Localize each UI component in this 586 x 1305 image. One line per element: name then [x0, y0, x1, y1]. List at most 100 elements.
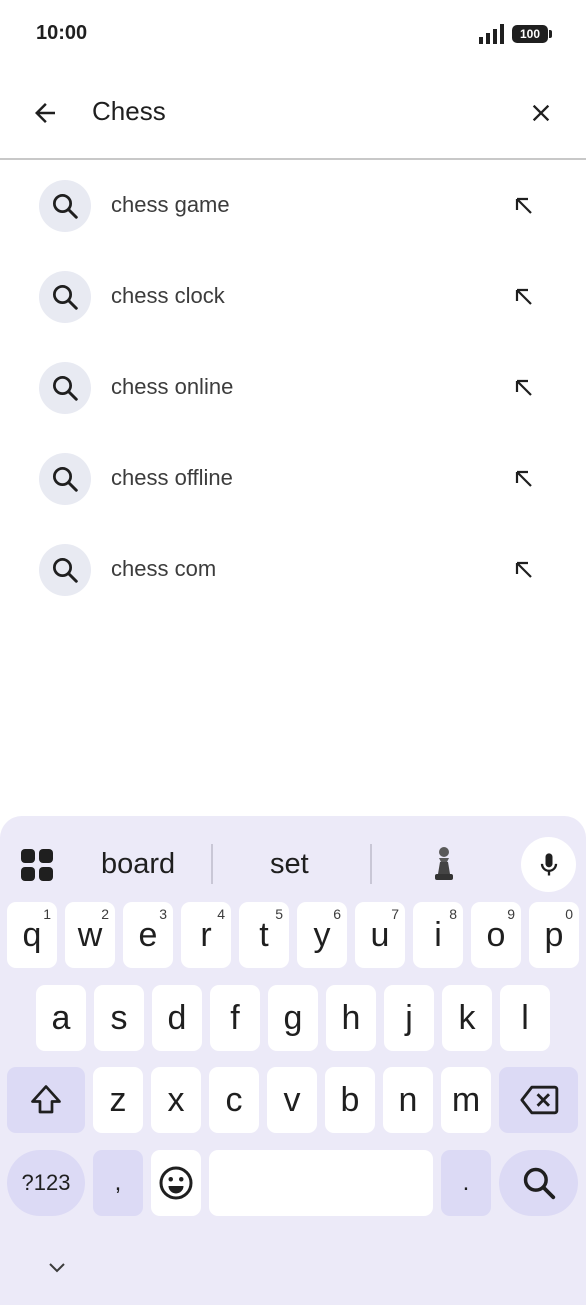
key-label: q: [22, 915, 42, 954]
letter-key[interactable]: x: [151, 1067, 201, 1133]
suggestion-item[interactable]: chess clock: [0, 251, 586, 342]
letter-key[interactable]: q1: [7, 902, 57, 968]
letter-key[interactable]: s: [94, 985, 144, 1051]
key-label: b: [340, 1080, 360, 1119]
key-label: c: [225, 1080, 243, 1119]
search-key[interactable]: [499, 1150, 578, 1216]
status-time: 10:00: [36, 22, 88, 44]
letter-key[interactable]: g: [268, 985, 318, 1051]
key-label: s: [110, 998, 128, 1037]
battery-level: 100: [519, 27, 541, 41]
letter-key[interactable]: u7: [355, 902, 405, 968]
fill-query-button[interactable]: [506, 188, 542, 224]
letter-key[interactable]: f: [210, 985, 260, 1051]
clear-button[interactable]: [518, 90, 564, 136]
key-label: j: [405, 998, 413, 1037]
battery-icon: 100: [512, 25, 552, 43]
letter-key[interactable]: k: [442, 985, 492, 1051]
search-icon: [523, 1167, 555, 1200]
key-label: r: [200, 915, 212, 954]
key-hint: 1: [43, 906, 51, 922]
prediction-divider: [370, 844, 372, 884]
letter-key[interactable]: p0: [529, 902, 579, 968]
backspace-key[interactable]: [499, 1067, 578, 1133]
suggestion-item[interactable]: chess offline: [0, 433, 586, 524]
chevron-down-icon: [49, 1263, 65, 1273]
suggestion-list: chess game chess clock chess online chess o…: [0, 160, 586, 615]
letter-key[interactable]: i8: [413, 902, 463, 968]
back-button[interactable]: [22, 90, 68, 136]
period-key[interactable]: .: [441, 1150, 491, 1216]
key-label: m: [451, 1080, 481, 1119]
chess-pawn-icon[interactable]: [430, 844, 458, 884]
letter-key[interactable]: r4: [181, 902, 231, 968]
prediction-word[interactable]: set: [270, 848, 309, 881]
microphone-button[interactable]: [521, 837, 576, 892]
space-key[interactable]: [209, 1150, 433, 1216]
key-label: f: [230, 998, 240, 1037]
shift-key[interactable]: [7, 1067, 85, 1133]
close-icon: [532, 104, 550, 122]
prediction-word[interactable]: board: [101, 848, 175, 881]
comma-key[interactable]: ,: [93, 1150, 143, 1216]
letter-key[interactable]: w2: [65, 902, 115, 968]
key-label: g: [283, 998, 303, 1037]
letter-key[interactable]: d: [152, 985, 202, 1051]
apps-grid-icon[interactable]: [20, 848, 54, 882]
letter-key[interactable]: v: [267, 1067, 317, 1133]
suggestion-label: chess clock: [111, 283, 225, 308]
key-label: y: [313, 915, 331, 954]
keyboard-toolbar: board set: [0, 826, 586, 902]
arrow-up-left-icon: [515, 288, 532, 305]
fill-query-button[interactable]: [506, 461, 542, 497]
suggestion-item[interactable]: chess game: [0, 160, 586, 251]
suggestion-label: chess game: [111, 192, 230, 217]
suggestion-label: chess offline: [111, 465, 233, 490]
suggestion-item[interactable]: chess com: [0, 524, 586, 615]
key-hint: 5: [275, 906, 283, 922]
collapse-keyboard-button[interactable]: [40, 1252, 74, 1282]
letter-key[interactable]: a: [36, 985, 86, 1051]
arrow-up-left-icon: [515, 379, 532, 396]
search-icon: [39, 453, 91, 505]
key-hint: 0: [565, 906, 573, 922]
search-icon: [39, 362, 91, 414]
letter-key[interactable]: n: [383, 1067, 433, 1133]
key-hint: 7: [391, 906, 399, 922]
symbols-key-label: ?123: [21, 1170, 71, 1195]
search-input[interactable]: [92, 96, 492, 127]
arrow-up-left-icon: [515, 561, 532, 578]
shift-icon: [31, 1085, 61, 1114]
search-bar: [0, 66, 586, 160]
letter-key[interactable]: m: [441, 1067, 491, 1133]
key-label: x: [167, 1080, 185, 1119]
symbols-key[interactable]: ?123: [7, 1150, 85, 1216]
key-hint: 4: [217, 906, 225, 922]
key-label: l: [521, 998, 529, 1037]
keyboard: board set ?123 , . q 1 w 2 e 3 r 4 t 5 y…: [0, 816, 586, 1305]
letter-key[interactable]: c: [209, 1067, 259, 1133]
fill-query-button[interactable]: [506, 279, 542, 315]
suggestion-label: chess online: [111, 374, 234, 399]
key-label: z: [109, 1080, 127, 1119]
emoji-key[interactable]: [151, 1150, 201, 1216]
letter-key[interactable]: o9: [471, 902, 521, 968]
key-label: i: [434, 915, 442, 954]
microphone-icon: [540, 852, 557, 875]
letter-key[interactable]: z: [93, 1067, 143, 1133]
key-label: h: [341, 998, 361, 1037]
letter-key[interactable]: b: [325, 1067, 375, 1133]
fill-query-button[interactable]: [506, 552, 542, 588]
key-hint: 6: [333, 906, 341, 922]
letter-key[interactable]: l: [500, 985, 550, 1051]
letter-key[interactable]: j: [384, 985, 434, 1051]
letter-key[interactable]: h: [326, 985, 376, 1051]
arrow-up-left-icon: [515, 197, 532, 214]
fill-query-button[interactable]: [506, 370, 542, 406]
suggestion-item[interactable]: chess online: [0, 342, 586, 433]
letter-key[interactable]: t5: [239, 902, 289, 968]
letter-key[interactable]: e3: [123, 902, 173, 968]
key-label: u: [370, 915, 390, 954]
arrow-left-icon: [35, 103, 55, 123]
letter-key[interactable]: y6: [297, 902, 347, 968]
